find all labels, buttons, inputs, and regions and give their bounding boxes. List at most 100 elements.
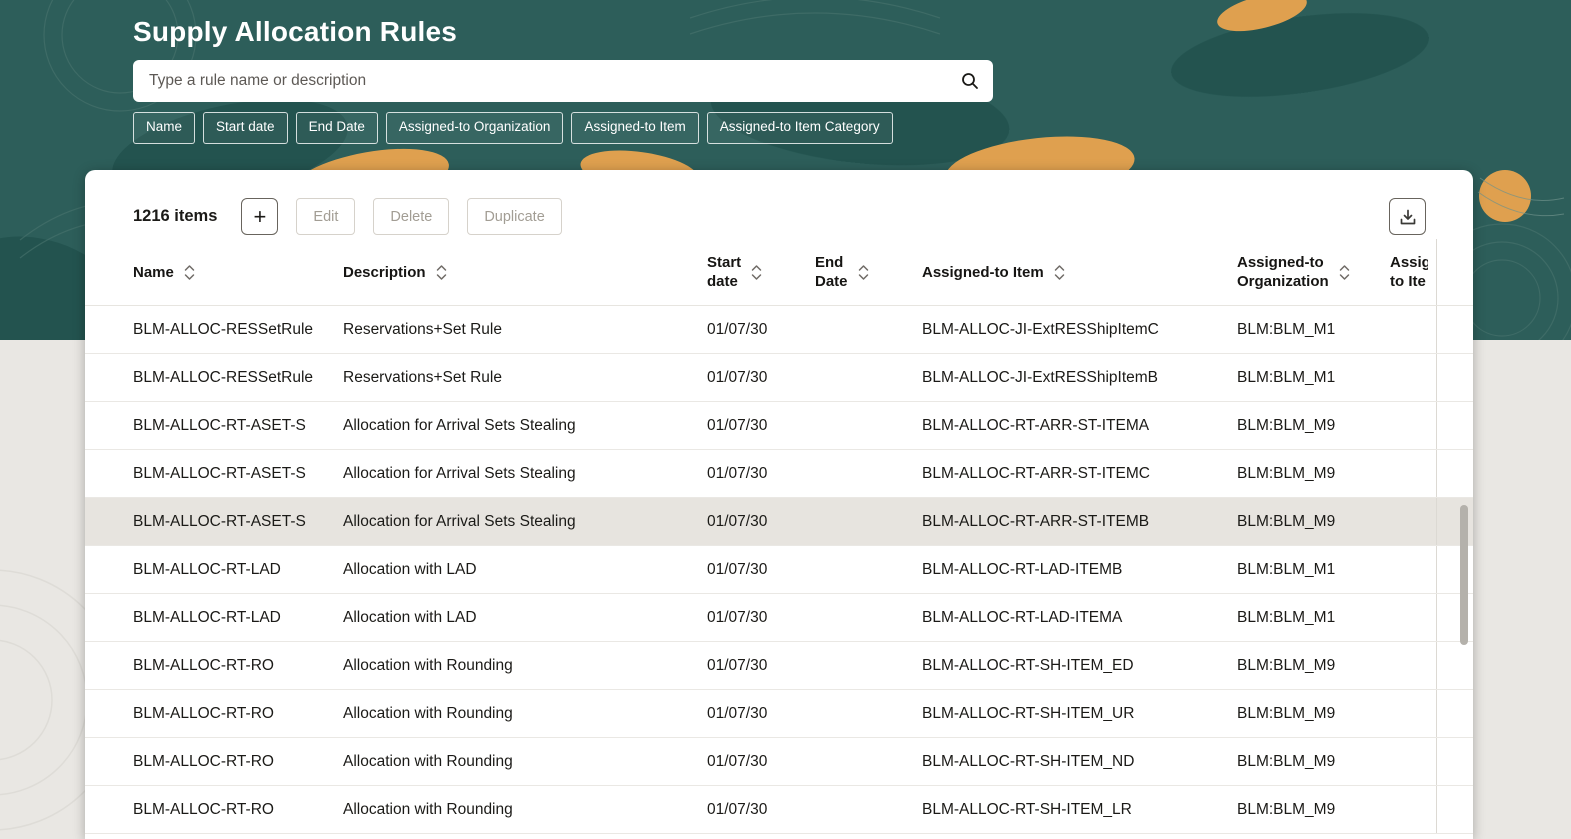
table-row[interactable]: BLM-ALLOC-RT-ROAllocation with Rounding0… [85, 642, 1473, 690]
cell-assigned_item_category [1390, 402, 1437, 449]
filter-chips: NameStart dateEnd DateAssigned-to Organi… [133, 112, 993, 144]
cell-name: BLM-ALLOC-RESSetRule [133, 306, 343, 353]
cell-assigned_item: BLM-ALLOC-JI-ExtRESShipItemC [922, 306, 1237, 353]
items-count-label: 1216 items [133, 207, 217, 226]
sort-icon [858, 264, 869, 281]
cell-assigned_org: BLM:BLM_M9 [1237, 402, 1390, 449]
cell-end_date [815, 450, 922, 497]
filter-chip[interactable]: Assigned-to Item Category [707, 112, 893, 144]
download-button[interactable] [1389, 198, 1426, 235]
cell-description: Reservations+Set Rule [343, 354, 707, 401]
sort-icon [1339, 264, 1350, 281]
filter-chip[interactable]: End Date [296, 112, 378, 144]
cell-end_date [815, 498, 922, 545]
add-button[interactable]: + [241, 198, 278, 235]
cell-assigned_item: BLM-ALLOC-RT-LAD-ITEMB [922, 546, 1237, 593]
scrollbar-thumb[interactable] [1460, 505, 1468, 645]
table-row[interactable]: BLM-ALLOC-RT-ROAllocation with Rounding0… [85, 786, 1473, 834]
cell-assigned_org: BLM:BLM_M9 [1237, 738, 1390, 785]
table-row[interactable]: BLM-ALLOC-RT-LADAllocation with LAD01/07… [85, 594, 1473, 642]
cell-start_date: 01/07/30 [707, 306, 815, 353]
cell-assigned_item: BLM-ALLOC-RT-SH-ITEM_UR [922, 690, 1237, 737]
cell-assigned_item_category [1390, 306, 1437, 353]
sort-icon [436, 264, 447, 281]
column-label: Description [343, 263, 426, 282]
column-header-description[interactable]: Description [343, 239, 707, 305]
cell-end_date [815, 690, 922, 737]
cell-assigned_item_category [1390, 450, 1437, 497]
cell-assigned_item_category [1390, 786, 1437, 833]
table-row[interactable]: BLM-ALLOC-RT-ROAllocation with Rounding0… [85, 738, 1473, 786]
cell-start_date: 01/07/30 [707, 738, 815, 785]
cell-assigned_org: BLM:BLM_M9 [1237, 498, 1390, 545]
cell-name: BLM-ALLOC-RESSetRule [133, 354, 343, 401]
filter-chip[interactable]: Assigned-to Organization [386, 112, 564, 144]
column-header-assigned_item[interactable]: Assigned-to Item [922, 239, 1237, 305]
filter-chip[interactable]: Name [133, 112, 195, 144]
edit-button[interactable]: Edit [296, 198, 355, 235]
column-header-assigned_org[interactable]: Assigned-toOrganization [1237, 239, 1390, 305]
cell-assigned_org: BLM:BLM_M9 [1237, 786, 1390, 833]
cell-name: BLM-ALLOC-RT-LAD [133, 546, 343, 593]
cell-name: BLM-ALLOC-RT-RO [133, 690, 343, 737]
search-icon [960, 71, 980, 91]
cell-assigned_item: BLM-ALLOC-RT-LAD-ITEMA [922, 594, 1237, 641]
column-header-end_date[interactable]: EndDate [815, 239, 922, 305]
cell-assigned_item_category [1390, 498, 1437, 545]
cell-assigned_org: BLM:BLM_M9 [1237, 450, 1390, 497]
cell-end_date [815, 354, 922, 401]
cell-description: Allocation for Arrival Sets Stealing [343, 498, 707, 545]
cell-description: Allocation for Arrival Sets Stealing [343, 402, 707, 449]
column-header-name[interactable]: Name [133, 239, 343, 305]
cell-description: Allocation with LAD [343, 546, 707, 593]
column-label: Startdate [707, 253, 741, 291]
table-row[interactable]: BLM-ALLOC-RT-LADAllocation with LAD01/07… [85, 546, 1473, 594]
cell-assigned_item: BLM-ALLOC-RT-ARR-ST-ITEMC [922, 450, 1237, 497]
search-input[interactable] [133, 60, 947, 102]
cell-assigned_item: BLM-ALLOC-JI-ExtRESShipItemB [922, 354, 1237, 401]
filter-chip[interactable]: Assigned-to Item [571, 112, 698, 144]
column-label: Assigned-toOrganization [1237, 253, 1329, 291]
cell-start_date: 01/07/30 [707, 786, 815, 833]
table-row[interactable]: BLM-ALLOC-RT-ASET-SAllocation for Arriva… [85, 498, 1473, 546]
cell-end_date [815, 402, 922, 449]
cell-assigned_item_category [1390, 690, 1437, 737]
cell-name: BLM-ALLOC-RT-RO [133, 642, 343, 689]
table-header-row: NameDescription Startdate EndDate Assigned-… [85, 239, 1473, 306]
page-header: Supply Allocation Rules NameStart dateEn… [133, 0, 993, 144]
sort-icon [751, 264, 762, 281]
cell-assigned_org: BLM:BLM_M1 [1237, 354, 1390, 401]
cell-end_date [815, 306, 922, 353]
page-title: Supply Allocation Rules [133, 16, 993, 48]
column-header-assigned_item_category[interactable]: Assigto Ite [1390, 239, 1437, 305]
table-row[interactable]: BLM-ALLOC-RESSetRuleReservations+Set Rul… [85, 306, 1473, 354]
cell-assigned_item: BLM-ALLOC-RT-SH-ITEM_LR [922, 786, 1237, 833]
column-label: EndDate [815, 253, 848, 291]
column-header-start_date[interactable]: Startdate [707, 239, 815, 305]
cell-end_date [815, 642, 922, 689]
cell-end_date [815, 786, 922, 833]
cell-name: BLM-ALLOC-RT-RO [133, 738, 343, 785]
duplicate-button[interactable]: Duplicate [467, 198, 561, 235]
table-row[interactable]: BLM-ALLOC-RT-ASET-SAllocation for Arriva… [85, 402, 1473, 450]
cell-assigned_item_category [1390, 594, 1437, 641]
delete-button[interactable]: Delete [373, 198, 449, 235]
table-row[interactable]: BLM-ALLOC-RESSetRuleReservations+Set Rul… [85, 354, 1473, 402]
cell-start_date: 01/07/30 [707, 690, 815, 737]
cell-start_date: 01/07/30 [707, 450, 815, 497]
cell-start_date: 01/07/30 [707, 354, 815, 401]
search-button[interactable] [947, 60, 993, 102]
cell-assigned_org: BLM:BLM_M1 [1237, 306, 1390, 353]
cell-assigned_item: BLM-ALLOC-RT-ARR-ST-ITEMA [922, 402, 1237, 449]
table-row[interactable]: BLM-ALLOC-RT-ASET-SAllocation for Arriva… [85, 450, 1473, 498]
cell-name: BLM-ALLOC-RT-ASET-S [133, 402, 343, 449]
cell-description: Allocation with LAD [343, 594, 707, 641]
table-row[interactable]: BLM-ALLOC-RT-ROAllocation with Rounding0… [85, 690, 1473, 738]
cell-end_date [815, 594, 922, 641]
cell-description: Allocation with Rounding [343, 738, 707, 785]
cell-description: Allocation for Arrival Sets Stealing [343, 450, 707, 497]
cell-name: BLM-ALLOC-RT-ASET-S [133, 450, 343, 497]
cell-assigned_item_category [1390, 642, 1437, 689]
cell-assigned_item_category [1390, 738, 1437, 785]
filter-chip[interactable]: Start date [203, 112, 288, 144]
